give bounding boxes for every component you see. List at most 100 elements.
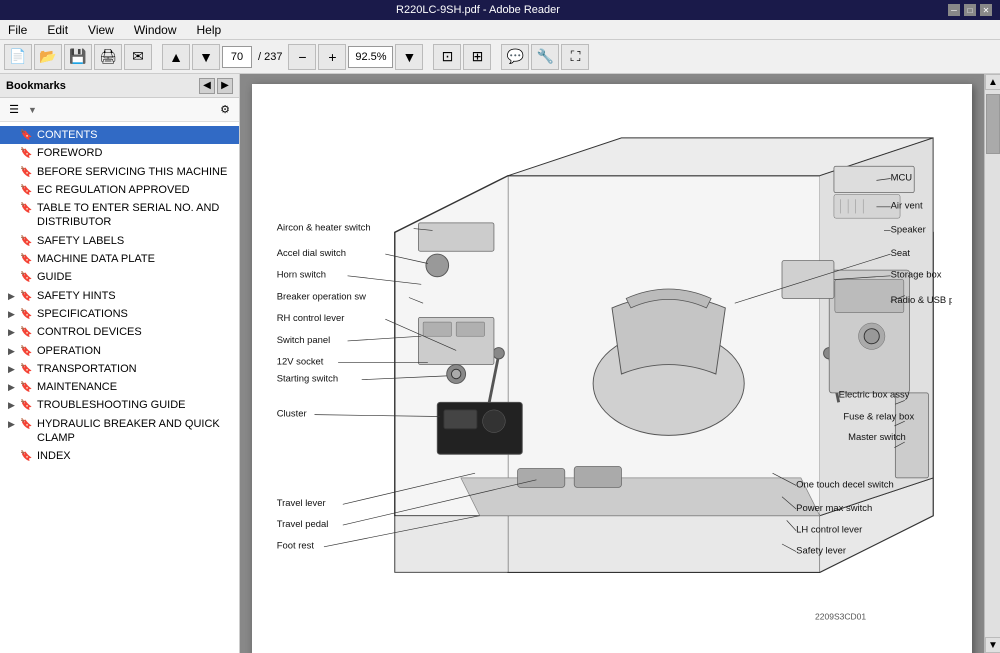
label-speaker: Speaker <box>891 224 926 235</box>
prev-page-button[interactable]: ▲ <box>162 44 190 70</box>
menu-edit[interactable]: Edit <box>43 23 72 37</box>
sidebar-item-safety-hints[interactable]: ▶🔖SAFETY HINTS <box>0 287 239 305</box>
open-button[interactable]: 📂 <box>34 44 62 70</box>
sidebar-toolbar: ☰ ▼ ⚙ <box>0 98 239 122</box>
save-button[interactable]: 💾 <box>64 44 92 70</box>
maximize-button[interactable]: □ <box>964 4 976 16</box>
page-number-input[interactable] <box>222 46 252 68</box>
sidebar-item-ec-regulation[interactable]: 🔖EC REGULATION APPROVED <box>0 181 239 199</box>
sidebar-item-control-devices[interactable]: ▶🔖CONTROL DEVICES <box>0 323 239 341</box>
label-storage: Storage box <box>891 270 942 281</box>
label-seat: Seat <box>891 248 911 259</box>
sidebar-dropdown-icon[interactable]: ▼ <box>28 105 37 115</box>
expand-icon-control-devices: ▶ <box>8 327 20 339</box>
sidebar-item-label-guide: GUIDE <box>37 270 235 284</box>
bookmark-icon-control-devices: 🔖 <box>20 326 34 339</box>
vertical-scrollbar[interactable]: ▲ ▼ <box>984 74 1000 653</box>
expand-icon-operation: ▶ <box>8 346 20 358</box>
sidebar-item-operation[interactable]: ▶🔖OPERATION <box>0 342 239 360</box>
label-mcu: MCU <box>891 172 913 183</box>
sidebar-header: Bookmarks ◀ ▶ <box>0 74 239 98</box>
label-master-switch: Master switch <box>848 432 906 443</box>
zoom-input[interactable] <box>348 46 393 68</box>
sidebar-item-troubleshooting[interactable]: ▶🔖TROUBLESHOOTING GUIDE <box>0 396 239 414</box>
sidebar-item-index[interactable]: 🔖INDEX <box>0 447 239 465</box>
sidebar-item-label-operation: OPERATION <box>37 344 235 358</box>
menu-file[interactable]: File <box>4 23 31 37</box>
comment-button[interactable]: 💬 <box>501 44 529 70</box>
bookmark-icon-before-servicing: 🔖 <box>20 166 34 179</box>
label-safety-lever: Safety lever <box>796 545 846 556</box>
sidebar-item-label-hydraulic-breaker: HYDRAULIC BREAKER AND QUICK CLAMP <box>37 417 235 446</box>
scroll-up-button[interactable]: ▲ <box>985 74 1000 90</box>
new-button[interactable]: 📄 <box>4 44 32 70</box>
sidebar-item-safety-labels[interactable]: 🔖SAFETY LABELS <box>0 232 239 250</box>
menu-help[interactable]: Help <box>193 23 226 37</box>
page-total: / 237 <box>254 51 286 63</box>
label-travel-pedal: Travel pedal <box>277 519 329 530</box>
sidebar-item-foreword[interactable]: 🔖FOREWORD <box>0 144 239 162</box>
sidebar-item-label-ec-regulation: EC REGULATION APPROVED <box>37 183 235 197</box>
fit-width-button[interactable]: ⊞ <box>463 44 491 70</box>
sidebar-item-transportation[interactable]: ▶🔖TRANSPORTATION <box>0 360 239 378</box>
close-button[interactable]: ✕ <box>980 4 992 16</box>
label-accel: Accel dial switch <box>277 248 346 259</box>
sidebar-item-label-specifications: SPECIFICATIONS <box>37 307 235 321</box>
sidebar-item-specifications[interactable]: ▶🔖SPECIFICATIONS <box>0 305 239 323</box>
sidebar-item-machine-data[interactable]: 🔖MACHINE DATA PLATE <box>0 250 239 268</box>
scroll-down-button[interactable]: ▼ <box>985 637 1000 653</box>
window-controls[interactable]: ─ □ ✕ <box>948 4 992 16</box>
expand-icon-specifications: ▶ <box>8 309 20 321</box>
diagram-container: Aircon & heater switch Accel dial switch… <box>272 104 952 644</box>
zoom-in-button[interactable]: + <box>318 44 346 70</box>
sidebar-item-before-servicing[interactable]: 🔖BEFORE SERVICING THIS MACHINE <box>0 163 239 181</box>
expand-icon-hydraulic-breaker: ▶ <box>8 419 20 431</box>
sidebar-item-label-machine-data: MACHINE DATA PLATE <box>37 252 235 266</box>
menu-view[interactable]: View <box>84 23 118 37</box>
sidebar-item-table-serial[interactable]: 🔖TABLE TO ENTER SERIAL NO. AND DISTRIBUT… <box>0 199 239 232</box>
content-area[interactable]: Aircon & heater switch Accel dial switch… <box>240 74 984 653</box>
expand-icon-transportation: ▶ <box>8 364 20 376</box>
label-travel-lever: Travel lever <box>277 498 326 509</box>
sidebar-item-contents[interactable]: 🔖CONTENTS <box>0 126 239 144</box>
diagram-svg: Aircon & heater switch Accel dial switch… <box>272 104 952 644</box>
email-button[interactable]: ✉ <box>124 44 152 70</box>
label-rh-lever: RH control lever <box>277 313 345 324</box>
sidebar-item-guide[interactable]: 🔖GUIDE <box>0 268 239 286</box>
print-button[interactable]: 🖨 <box>94 44 122 70</box>
menu-window[interactable]: Window <box>130 23 181 37</box>
main-layout: Bookmarks ◀ ▶ ☰ ▼ ⚙ 🔖CONTENTS🔖FOREWORD🔖B… <box>0 74 1000 653</box>
zoom-out-button[interactable]: − <box>288 44 316 70</box>
zoom-dropdown-button[interactable]: ▼ <box>395 44 423 70</box>
sidebar-item-maintenance[interactable]: ▶🔖MAINTENANCE <box>0 378 239 396</box>
sidebar-item-label-troubleshooting: TROUBLESHOOTING GUIDE <box>37 398 235 412</box>
sidebar-item-hydraulic-breaker[interactable]: ▶🔖HYDRAULIC BREAKER AND QUICK CLAMP <box>0 415 239 448</box>
tools-button[interactable]: 🔧 <box>531 44 559 70</box>
bookmark-icon-ec-regulation: 🔖 <box>20 184 34 197</box>
fit-page-button[interactable]: ⊡ <box>433 44 461 70</box>
minimize-button[interactable]: ─ <box>948 4 960 16</box>
sidebar-expand-button[interactable]: ▶ <box>217 78 233 94</box>
bookmark-icon-safety-labels: 🔖 <box>20 235 34 248</box>
label-switch-panel: Switch panel <box>277 335 331 346</box>
label-one-touch: One touch decel switch <box>796 479 894 490</box>
bookmark-icon-machine-data: 🔖 <box>20 253 34 266</box>
expand-icon-safety-hints: ▶ <box>8 291 20 303</box>
sidebar-item-label-control-devices: CONTROL DEVICES <box>37 325 235 339</box>
sidebar-item-label-contents: CONTENTS <box>37 128 235 142</box>
sidebar-options-icon[interactable]: ⚙ <box>215 101 235 119</box>
sidebar-collapse-button[interactable]: ◀ <box>199 78 215 94</box>
bookmark-icon-index: 🔖 <box>20 450 34 463</box>
label-cluster: Cluster <box>277 409 307 420</box>
next-page-button[interactable]: ▼ <box>192 44 220 70</box>
bookmark-icon-transportation: 🔖 <box>20 363 34 376</box>
scroll-thumb[interactable] <box>986 94 1000 154</box>
label-foot-rest: Foot rest <box>277 541 315 552</box>
label-power-max: Power max switch <box>796 503 872 514</box>
fullscreen-button[interactable]: ⛶ <box>561 44 589 70</box>
sidebar-header-buttons[interactable]: ◀ ▶ <box>199 78 233 94</box>
bookmark-icon-contents: 🔖 <box>20 129 34 142</box>
bookmark-icon-safety-hints: 🔖 <box>20 290 34 303</box>
bookmark-icon-operation: 🔖 <box>20 345 34 358</box>
expand-icon-maintenance: ▶ <box>8 382 20 394</box>
